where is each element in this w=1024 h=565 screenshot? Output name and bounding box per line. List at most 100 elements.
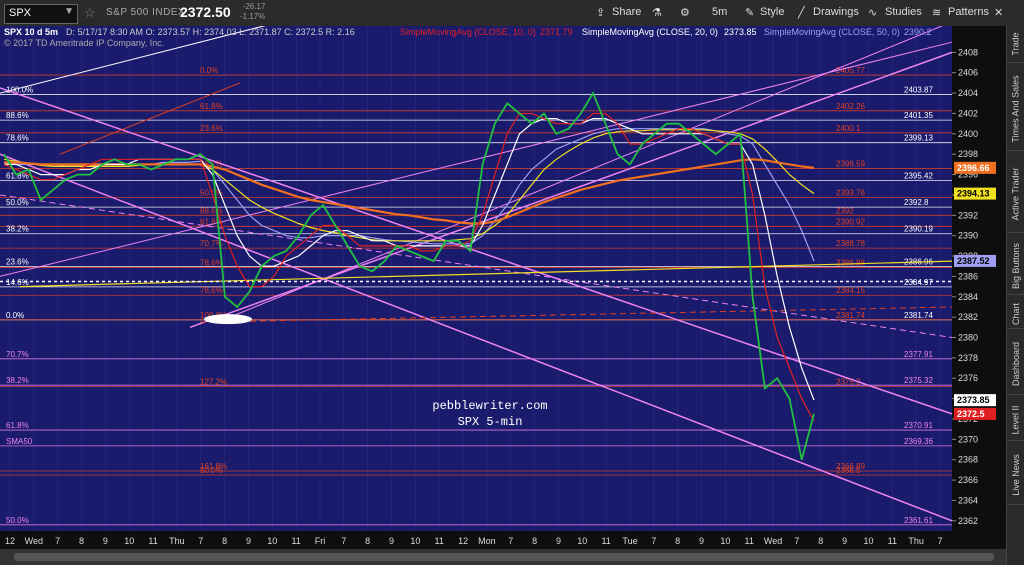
gear-icon[interactable]: ⚙ bbox=[680, 6, 690, 19]
level-price: 2399.13 bbox=[904, 134, 933, 143]
level-price: 2361.61 bbox=[904, 516, 933, 525]
change-percent: -1.17% bbox=[240, 12, 266, 21]
flask-icon[interactable]: ⚗ bbox=[652, 6, 662, 19]
level-label: 61.8% bbox=[200, 102, 223, 111]
level-label: 38.2% bbox=[6, 225, 29, 234]
chart-toolbar: SPX ▼ ☆ S&P 500 INDEX 2372.50 -26.17 -1.… bbox=[0, 0, 1024, 27]
level-label: 78.6% bbox=[6, 134, 29, 143]
level-price: 2384.15 bbox=[836, 286, 865, 295]
sidebar-tab-dashboard[interactable]: Dashboard bbox=[1007, 334, 1024, 395]
style-button[interactable]: Style bbox=[760, 6, 784, 18]
price-tag-label: 2373.85 bbox=[957, 395, 990, 405]
level-price: 2386.88 bbox=[836, 258, 865, 267]
level-label: 23.6% bbox=[6, 258, 29, 267]
x-tick-label: 9 bbox=[246, 536, 251, 546]
x-tick-label: 12 bbox=[5, 536, 15, 546]
x-tick-label: 10 bbox=[577, 536, 587, 546]
x-tick-label: 11 bbox=[601, 536, 610, 546]
x-tick-label: 9 bbox=[556, 536, 561, 546]
level-price: 2375.32 bbox=[904, 376, 933, 385]
share-button[interactable]: Share bbox=[612, 6, 641, 18]
style-icon[interactable]: ✎ bbox=[745, 6, 754, 19]
watermark-site: pebblewriter.com bbox=[432, 399, 547, 413]
study-value-sma50: 2390.2 bbox=[904, 27, 932, 37]
x-tick-label: 9 bbox=[842, 536, 847, 546]
sidebar-tab-label: Live News bbox=[1011, 454, 1022, 496]
sidebar-tab-label: Times And Sales bbox=[1011, 75, 1022, 143]
x-tick-label: 7 bbox=[55, 536, 60, 546]
share-icon[interactable]: ⇪ bbox=[596, 6, 605, 19]
x-tick-label: Tue bbox=[622, 536, 637, 546]
level-price: 2402.26 bbox=[836, 102, 865, 111]
interval-button[interactable]: 5m bbox=[712, 6, 727, 18]
chevron-down-icon[interactable]: ▼ bbox=[64, 6, 74, 17]
level-label: 50.0% bbox=[6, 198, 29, 207]
scrollbar-thumb[interactable] bbox=[14, 553, 994, 561]
level-price: 2395.42 bbox=[904, 171, 933, 180]
price-tag-label: 2372.5 bbox=[957, 409, 985, 419]
level-price: 2381.74 bbox=[836, 311, 865, 320]
level-label: 100.0% bbox=[6, 85, 33, 94]
x-tick-label: 10 bbox=[410, 536, 420, 546]
study-value-sma10: 2371.79 bbox=[540, 27, 573, 37]
level-price: 2381.74 bbox=[904, 311, 933, 320]
x-tick-label: 11 bbox=[888, 536, 897, 546]
x-tick-label: 11 bbox=[291, 536, 300, 546]
index-name: S&P 500 INDEX bbox=[106, 7, 186, 18]
price-chart[interactable]: 0.0% 2405.77100.0% 2403.8761.8% 2402.2688.6… bbox=[0, 26, 1006, 549]
sidebar-tab-big-buttons[interactable]: Big Buttons bbox=[1007, 238, 1024, 295]
x-tick-label: 8 bbox=[675, 536, 680, 546]
x-axis-background bbox=[0, 531, 952, 549]
x-tick-label: Fri bbox=[315, 536, 326, 546]
patterns-icon[interactable]: ≋ bbox=[932, 6, 941, 19]
sidebar-tab-chart[interactable]: Chart bbox=[1007, 300, 1024, 329]
patterns-button[interactable]: Patterns bbox=[948, 6, 989, 18]
sidebar-tab-label: Trade bbox=[1011, 32, 1021, 56]
level-label: 50.0% bbox=[6, 516, 29, 525]
x-tick-label: 7 bbox=[937, 536, 942, 546]
x-tick-label: 10 bbox=[267, 536, 277, 546]
drawings-icon[interactable]: ╱ bbox=[798, 6, 805, 19]
x-tick-label: Thu bbox=[908, 536, 924, 546]
sidebar-tab-label: Big Buttons bbox=[1011, 242, 1021, 290]
sidebar-tab-times-and-sales[interactable]: Times And Sales bbox=[1007, 68, 1024, 151]
sidebar-tab-label: Active Trader bbox=[1011, 167, 1021, 221]
y-tick-label: 2398 bbox=[958, 149, 978, 159]
chart-title: SPX 10 d 5m bbox=[4, 27, 58, 37]
level-price: 2377.91 bbox=[904, 350, 933, 359]
y-tick-label: 2400 bbox=[958, 129, 978, 139]
x-tick-label: Wed bbox=[764, 536, 782, 546]
price-tag-label: 2396.66 bbox=[957, 163, 990, 173]
symbol-input[interactable]: SPX ▼ bbox=[4, 4, 78, 24]
x-tick-label: 9 bbox=[699, 536, 704, 546]
studies-button[interactable]: Studies bbox=[885, 6, 922, 18]
y-tick-label: 2362 bbox=[958, 516, 978, 526]
study-value-sma20: 2373.85 bbox=[724, 27, 757, 37]
sidebar-tab-trade[interactable]: Trade bbox=[1007, 26, 1024, 63]
studies-icon[interactable]: ∿ bbox=[868, 6, 877, 19]
price-tag-label: 2387.52 bbox=[957, 256, 990, 266]
x-tick-label: 9 bbox=[103, 536, 108, 546]
change-value: -26.17 bbox=[242, 2, 266, 11]
level-price: 2388.78 bbox=[836, 239, 865, 248]
level-price: 2393.76 bbox=[836, 188, 865, 197]
level-price: 2390.92 bbox=[836, 217, 865, 226]
chart-scrollbar[interactable] bbox=[0, 549, 1006, 565]
pivot-marker bbox=[204, 314, 252, 325]
close-icon[interactable]: ✕ bbox=[994, 6, 1003, 19]
star-icon[interactable]: ☆ bbox=[84, 5, 96, 21]
x-tick-label: 8 bbox=[532, 536, 537, 546]
x-tick-label: Wed bbox=[25, 536, 43, 546]
sidebar-tab-level-ii[interactable]: Level II bbox=[1007, 400, 1024, 441]
price-tag-label: 2394.13 bbox=[957, 189, 990, 199]
x-tick-label: 11 bbox=[148, 536, 157, 546]
level-price: 2384.97 bbox=[904, 278, 933, 287]
level-label: 88.6% bbox=[200, 206, 223, 215]
sidebar-tab-active-trader[interactable]: Active Trader bbox=[1007, 156, 1024, 233]
sidebar-tab-live-news[interactable]: Live News bbox=[1007, 446, 1024, 505]
x-tick-label: 8 bbox=[365, 536, 370, 546]
drawings-button[interactable]: Drawings bbox=[813, 6, 859, 18]
plot-background bbox=[0, 26, 952, 539]
sidebar-tab-label: Level II bbox=[1011, 405, 1021, 435]
level-label: 14.6% bbox=[6, 278, 29, 287]
